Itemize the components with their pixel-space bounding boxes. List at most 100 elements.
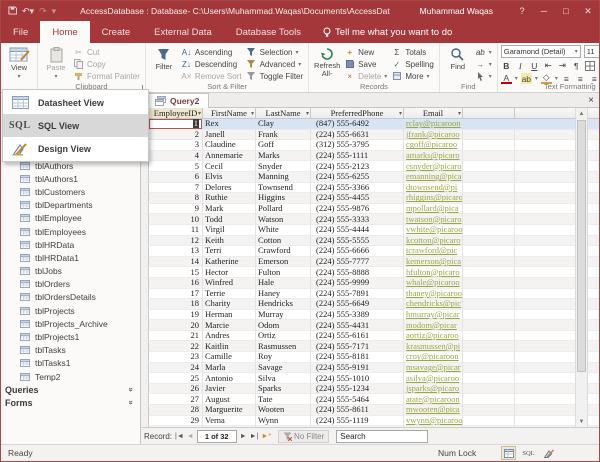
table-row[interactable]: 29 Verna Wynn (224) 555-1119 vwynn@picar… [141, 415, 599, 427]
cell-firstname[interactable]: Janell [203, 129, 256, 141]
record-search-input[interactable]: Search [336, 429, 429, 443]
cell-empty[interactable] [463, 171, 515, 183]
column-dropdown-icon[interactable]: ▾ [198, 110, 201, 117]
column-header-lastname[interactable]: LastName ▾ [256, 108, 311, 119]
cell-empty[interactable] [515, 224, 577, 236]
nav-table-item[interactable]: tblJobs [1, 265, 140, 278]
cell-email[interactable]: jfrank@picaroo [404, 129, 463, 141]
cell-preferredphone[interactable]: (224) 555-9876 [311, 203, 404, 215]
cell-email[interactable]: emanning@pica [404, 171, 463, 183]
cell-lastname[interactable]: Sparks [256, 383, 311, 395]
cell-lastname[interactable]: Crawford [256, 246, 311, 257]
table-row[interactable]: 13 Terri Crawford (224) 555-6666 tcrawfo… [141, 246, 599, 257]
cell-firstname[interactable]: Camille [203, 352, 256, 363]
cell-empty[interactable] [515, 129, 577, 141]
cell-empty[interactable] [515, 246, 577, 257]
table-row[interactable]: 27 August Tate (224) 555-5464 atate@pica… [141, 394, 599, 406]
cell-employeeid[interactable]: 26 [149, 383, 203, 395]
record-selector[interactable] [141, 309, 149, 321]
cell-lastname[interactable]: White [256, 224, 311, 236]
cell-preferredphone[interactable]: (224) 555-6666 [311, 246, 404, 257]
nav-table-item[interactable]: tblEmployees [1, 225, 140, 238]
cell-firstname[interactable]: Terrie [203, 288, 256, 300]
cell-email[interactable]: aortiz@picaroo [404, 330, 463, 342]
cell-employeeid[interactable]: 17 [149, 288, 203, 300]
record-selector[interactable] [141, 394, 149, 406]
nav-table-item[interactable]: Temp2 [1, 370, 140, 383]
cell-empty[interactable] [463, 150, 515, 162]
cell-preferredphone[interactable]: (224) 555-3389 [311, 309, 404, 321]
cell-employeeid[interactable]: 25 [149, 373, 203, 384]
cell-empty[interactable] [515, 320, 577, 331]
cell-employeeid[interactable]: 20 [149, 320, 203, 331]
sql-view-shortcut[interactable]: SQL [521, 446, 536, 460]
column-header-preferredphone[interactable]: PreferredPhone ▾ [311, 108, 404, 119]
cell-lastname[interactable]: Frank [256, 129, 311, 141]
record-selector[interactable] [141, 182, 149, 194]
cell-empty[interactable] [515, 267, 577, 278]
column-header-email[interactable]: Email ▾ [404, 108, 463, 119]
cell-email[interactable]: amarks@picaro [404, 150, 463, 162]
cell-empty[interactable] [463, 415, 515, 427]
menu-item-sql-view[interactable]: SQL SQL View [3, 114, 148, 137]
replace-button[interactable]: ab ▾ [473, 46, 494, 58]
cell-employeeid[interactable]: 5 [149, 161, 203, 172]
nav-group-forms[interactable]: Forms» [1, 396, 140, 409]
cell-empty[interactable] [463, 214, 515, 225]
cell-lastname[interactable]: Fulton [256, 267, 311, 278]
nav-table-item[interactable]: tblProjects [1, 304, 140, 317]
ascending-button[interactable]: A↓ Ascending [179, 46, 244, 58]
cell-preferredphone[interactable]: (224) 555-4444 [311, 224, 404, 236]
cell-employeeid[interactable]: 1 [149, 119, 203, 130]
cell-empty[interactable] [515, 415, 577, 427]
first-record-button[interactable]: |◄ [175, 433, 184, 440]
next-record-button[interactable]: ► [240, 433, 247, 440]
cell-email[interactable]: thaney@picaroo [404, 288, 463, 300]
cell-preferredphone[interactable]: (224) 555-6161 [311, 330, 404, 342]
cell-preferredphone[interactable]: (224) 555-7171 [311, 341, 404, 353]
table-row[interactable]: 16 Winfred Hale (224) 555-9999 whale@pic… [141, 277, 599, 289]
collapse-ribbon-icon[interactable]: ⌃ [589, 82, 595, 90]
cell-firstname[interactable]: Verna [203, 415, 256, 427]
table-row[interactable]: 23 Camille Roy (224) 555-8181 croy@picar… [141, 352, 599, 363]
cell-firstname[interactable]: Elvis [203, 171, 256, 183]
cell-employeeid[interactable]: 15 [149, 267, 203, 278]
cell-empty[interactable] [463, 330, 515, 342]
help-button[interactable]: ? [511, 6, 533, 16]
cell-preferredphone[interactable]: (224) 555-3333 [311, 214, 404, 225]
cell-preferredphone[interactable]: (224) 555-7891 [311, 288, 404, 300]
column-header-firstname[interactable]: FirstName ▾ [203, 108, 256, 119]
design-view-shortcut[interactable] [541, 446, 556, 460]
column-header-employeeid[interactable]: EmployeeID ▾ [149, 108, 203, 119]
close-button[interactable]: ✕ [577, 6, 599, 17]
cell-email[interactable]: tcrawford@pic [404, 246, 463, 257]
cell-preferredphone[interactable]: (224) 555-6255 [311, 171, 404, 183]
cell-preferredphone[interactable]: (224) 555-6631 [311, 129, 404, 141]
cell-firstname[interactable]: Charity [203, 299, 256, 310]
cell-preferredphone[interactable]: (224) 555-4431 [311, 320, 404, 331]
table-row[interactable]: 26 Javier Sparks (224) 555-1234 jsparks@… [141, 383, 599, 395]
cell-preferredphone[interactable]: (224) 555-2123 [311, 161, 404, 172]
cell-employeeid[interactable]: 16 [149, 277, 203, 289]
cell-lastname[interactable]: Goff [256, 140, 311, 151]
tab-external-data[interactable]: External Data [142, 21, 224, 43]
cell-empty[interactable] [463, 352, 515, 363]
cell-email[interactable]: hmurray@picar [404, 309, 463, 321]
menu-item-datasheet-view[interactable]: Datasheet View [3, 91, 148, 114]
table-row[interactable]: 17 Terrie Haney (224) 555-7891 thaney@pi… [141, 288, 599, 300]
cell-lastname[interactable]: Townsend [256, 182, 311, 194]
record-selector[interactable] [141, 383, 149, 395]
table-row[interactable]: 6 Elvis Manning (224) 555-6255 emanning@… [141, 171, 599, 183]
record-selector[interactable] [141, 373, 149, 384]
cell-email[interactable]: hfulton@picaro [404, 267, 463, 278]
record-selector[interactable] [141, 415, 149, 427]
spelling-button[interactable]: ✓ Spelling [389, 58, 435, 70]
cell-empty[interactable] [515, 373, 577, 384]
record-selector[interactable] [141, 299, 149, 310]
paste-button[interactable]: Paste ▾ [41, 45, 71, 81]
datasheet-view-shortcut[interactable] [501, 446, 516, 460]
cell-employeeid[interactable]: 8 [149, 193, 203, 204]
table-row[interactable]: 15 Hector Fulton (224) 555-8888 hfulton@… [141, 267, 599, 278]
selection-button[interactable]: Selection ▾ [244, 46, 306, 58]
more-button[interactable]: More ▾ [389, 70, 435, 82]
